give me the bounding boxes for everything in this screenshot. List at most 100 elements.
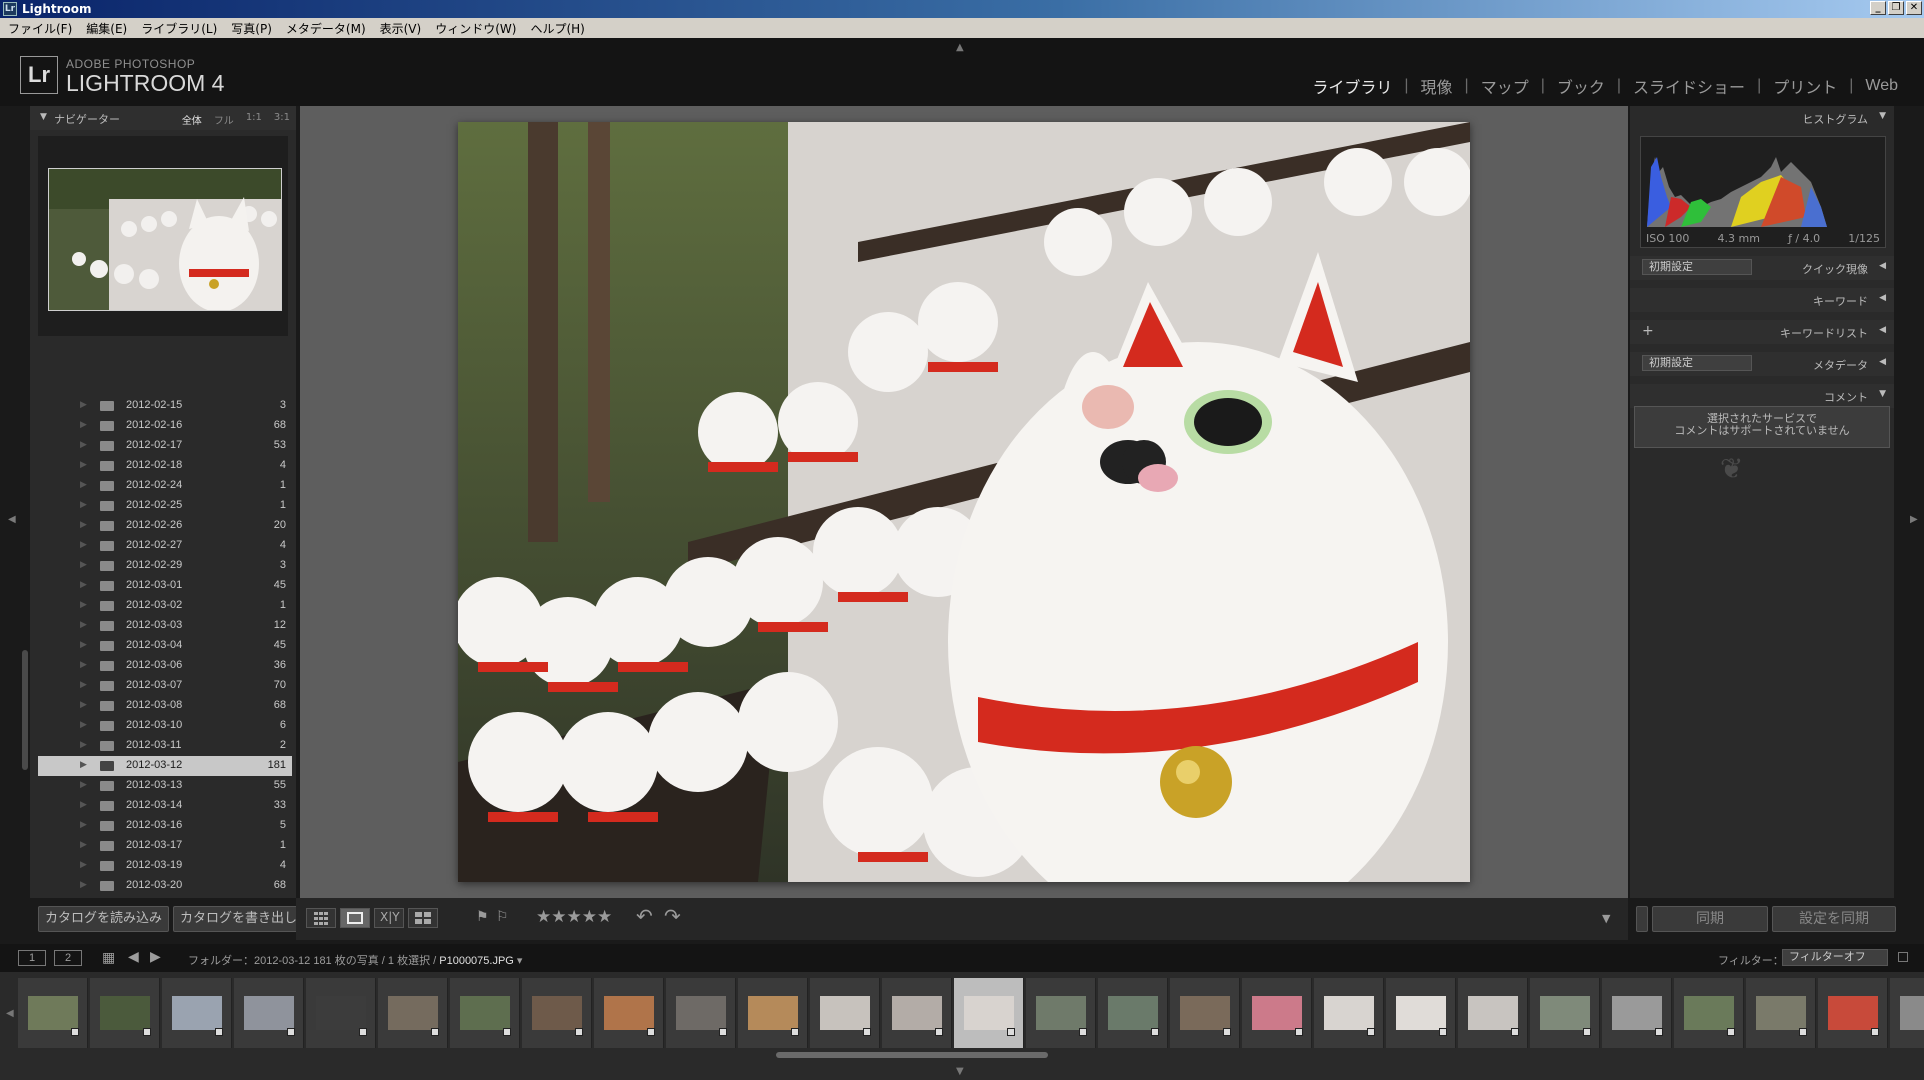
- folder-row[interactable]: ▶ 2012-02-16 68: [38, 416, 292, 436]
- filmstrip-thumbnail[interactable]: [90, 978, 160, 1048]
- folder-row[interactable]: ▶ 2012-02-17 53: [38, 436, 292, 456]
- compare-view-button[interactable]: X|Y: [374, 908, 404, 928]
- module-map[interactable]: マップ: [1469, 74, 1541, 98]
- metadata-header[interactable]: 初期設定 メタデータ ◀: [1630, 352, 1894, 376]
- filmstrip-thumbnail[interactable]: [1746, 978, 1816, 1048]
- folder-row[interactable]: ▶ 2012-02-29 3: [38, 556, 292, 576]
- menu-photo[interactable]: 写真(P): [231, 20, 272, 37]
- filmstrip-thumbnail[interactable]: [378, 978, 448, 1048]
- expand-icon[interactable]: ◀: [1879, 261, 1886, 271]
- main-window-button[interactable]: 1: [18, 950, 46, 966]
- menu-window[interactable]: ウィンドウ(W): [435, 20, 516, 37]
- histogram-header[interactable]: ヒストグラム ▼: [1630, 106, 1894, 130]
- module-book[interactable]: ブック: [1545, 74, 1617, 98]
- filmstrip-thumbnail[interactable]: [1890, 978, 1924, 1048]
- filmstrip-left-arrow-icon[interactable]: ◀: [6, 1008, 14, 1019]
- menu-library[interactable]: ライブラリ(L): [141, 20, 217, 37]
- star-rating[interactable]: ★★★★★: [536, 907, 612, 927]
- expand-folder-icon[interactable]: ▶: [80, 619, 87, 630]
- navigator-thumbnail[interactable]: [48, 168, 282, 311]
- folder-row[interactable]: ▶ 2012-03-11 2: [38, 736, 292, 756]
- filmstrip-thumbnail[interactable]: [594, 978, 664, 1048]
- right-panel-toggle-icon[interactable]: ▶: [1910, 514, 1918, 525]
- filmstrip-thumbnail[interactable]: [1458, 978, 1528, 1048]
- filmstrip-thumbnail[interactable]: [666, 978, 736, 1048]
- filmstrip-thumbnail[interactable]: [18, 978, 88, 1048]
- filmstrip-thumbnail[interactable]: [1026, 978, 1096, 1048]
- expand-folder-icon[interactable]: ▶: [80, 579, 87, 590]
- menu-edit[interactable]: 編集(E): [86, 20, 127, 37]
- filter-lock-icon[interactable]: [1898, 952, 1908, 962]
- expand-folder-icon[interactable]: ▶: [80, 839, 87, 850]
- folder-row[interactable]: ▶ 2012-03-14 33: [38, 796, 292, 816]
- folder-row[interactable]: ▶ 2012-03-01 45: [38, 576, 292, 596]
- grid-view-button[interactable]: [306, 908, 336, 928]
- flag-pick-icon[interactable]: ⚑: [476, 909, 489, 925]
- filter-select[interactable]: フィルターオフ: [1782, 949, 1888, 966]
- keyword-list-header[interactable]: + キーワードリスト ◀: [1630, 320, 1894, 344]
- folder-row[interactable]: ▶ 2012-03-13 55: [38, 776, 292, 796]
- module-slideshow[interactable]: スライドショー: [1621, 74, 1757, 98]
- source-path[interactable]: フォルダー：2012-03-12 181 枚の写真 / 1 枚選択 / P100…: [188, 952, 522, 968]
- menu-view[interactable]: 表示(V): [380, 20, 422, 37]
- folder-row[interactable]: ▶ 2012-03-16 5: [38, 816, 292, 836]
- folder-row[interactable]: ▶ 2012-02-15 3: [38, 396, 292, 416]
- filmstrip-thumbnail[interactable]: [1314, 978, 1384, 1048]
- filmstrip-thumbnail[interactable]: [450, 978, 520, 1048]
- second-window-button[interactable]: 2: [54, 950, 82, 966]
- navigator-preview-area[interactable]: [38, 136, 288, 336]
- filmstrip-scrollbar[interactable]: [776, 1052, 1048, 1058]
- sync-settings-button[interactable]: 設定を同期: [1772, 906, 1896, 932]
- filmstrip-thumbnail[interactable]: [1098, 978, 1168, 1048]
- expand-folder-icon[interactable]: ▶: [80, 599, 87, 610]
- back-arrow-icon[interactable]: ◀: [128, 948, 139, 965]
- filmstrip-thumbnail[interactable]: [522, 978, 592, 1048]
- expand-folder-icon[interactable]: ▶: [80, 559, 87, 570]
- expand-folder-icon[interactable]: ▶: [80, 659, 87, 670]
- expand-folder-icon[interactable]: ▶: [80, 779, 87, 790]
- expand-folder-icon[interactable]: ▶: [80, 879, 87, 890]
- folder-row[interactable]: ▶ 2012-03-08 68: [38, 696, 292, 716]
- metadata-preset-select[interactable]: 初期設定: [1642, 355, 1752, 371]
- comments-header[interactable]: コメント ▼: [1630, 384, 1894, 408]
- folder-row[interactable]: ▶ 2012-03-04 45: [38, 636, 292, 656]
- forward-arrow-icon[interactable]: ▶: [150, 948, 161, 965]
- expand-folder-icon[interactable]: ▶: [80, 819, 87, 830]
- folder-row[interactable]: ▶ 2012-03-06 36: [38, 656, 292, 676]
- filmstrip-thumbnail[interactable]: [1386, 978, 1456, 1048]
- folder-row[interactable]: ▶ 2012-02-18 4: [38, 456, 292, 476]
- folder-row[interactable]: ▶ 2012-02-25 1: [38, 496, 292, 516]
- expand-folder-icon[interactable]: ▶: [80, 719, 87, 730]
- expand-icon[interactable]: ◀: [1879, 325, 1886, 335]
- filmstrip-thumbnail[interactable]: [1530, 978, 1600, 1048]
- folder-row[interactable]: ▶ 2012-03-12 181: [38, 756, 292, 776]
- filmstrip-thumbnail[interactable]: [954, 978, 1024, 1048]
- filmstrip-thumbnail[interactable]: [162, 978, 232, 1048]
- grid-nav-icon[interactable]: ▦: [102, 949, 115, 966]
- filmstrip-thumbnail[interactable]: [1242, 978, 1312, 1048]
- menu-metadata[interactable]: メタデータ(M): [286, 20, 366, 37]
- module-develop[interactable]: 現像: [1409, 74, 1465, 98]
- bottom-panel-toggle-icon[interactable]: ▼: [956, 1066, 964, 1077]
- add-keyword-icon[interactable]: +: [1642, 323, 1654, 339]
- rotate-left-icon[interactable]: ↶: [636, 904, 653, 928]
- filmstrip-thumbnail[interactable]: [810, 978, 880, 1048]
- module-print[interactable]: プリント: [1761, 74, 1849, 98]
- import-catalog-button[interactable]: カタログを読み込み: [38, 906, 170, 932]
- expand-folder-icon[interactable]: ▶: [80, 739, 87, 750]
- zoom-fill[interactable]: フル: [214, 112, 234, 127]
- filmstrip-thumbnail[interactable]: [882, 978, 952, 1048]
- expand-folder-icon[interactable]: ▶: [80, 519, 87, 530]
- filmstrip-thumbnail[interactable]: [1602, 978, 1672, 1048]
- left-panel-toggle-icon[interactable]: ◀: [8, 514, 16, 525]
- folder-row[interactable]: ▶ 2012-03-19 4: [38, 856, 292, 876]
- folder-row[interactable]: ▶ 2012-03-20 68: [38, 876, 292, 896]
- sync-toggle[interactable]: [1636, 906, 1648, 932]
- expand-folder-icon[interactable]: ▶: [80, 539, 87, 550]
- module-library[interactable]: ライブラリ: [1300, 74, 1404, 98]
- menu-file[interactable]: ファイル(F): [8, 20, 72, 37]
- quick-develop-preset-select[interactable]: 初期設定: [1642, 259, 1752, 275]
- zoom-1-1[interactable]: 1:1: [246, 112, 262, 127]
- folder-row[interactable]: ▶ 2012-02-27 4: [38, 536, 292, 556]
- collapse-triangle-icon[interactable]: ▼: [40, 112, 47, 122]
